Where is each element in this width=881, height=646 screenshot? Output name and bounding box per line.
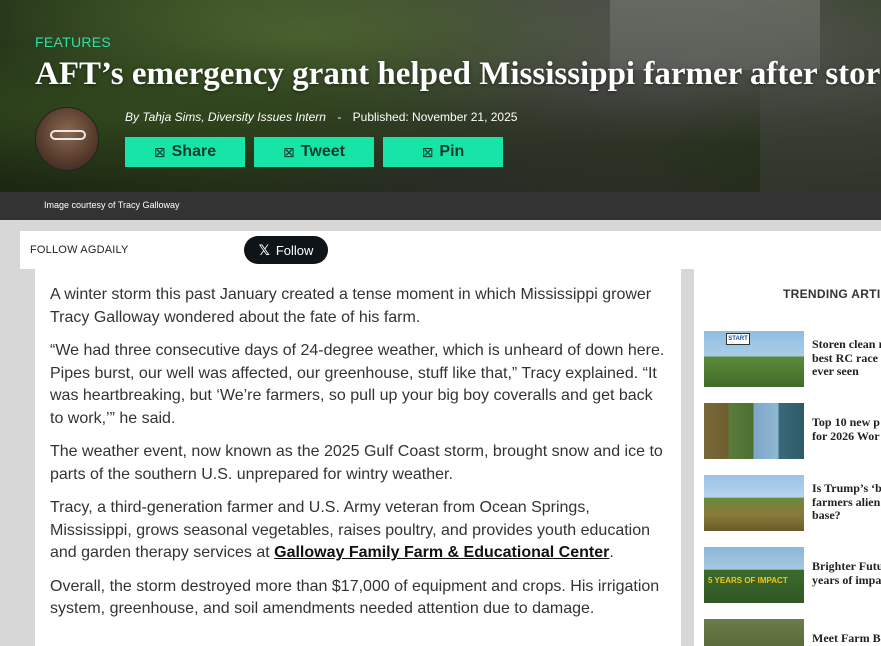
published-date: Published: November 21, 2025 [352,110,518,124]
follow-bar: FOLLOW AGDAILY 𝕏 Follow [20,231,881,269]
trending-title[interactable]: Brighter Futu years of impa [812,559,881,587]
trending-sidebar: TRENDING ARTIC START Storen clean r best… [694,269,881,646]
trending-item[interactable]: START Storen clean r best RC race ever s… [704,331,881,387]
x-follow-label: Follow [275,242,314,258]
pin-button[interactable]: ⊠ Pin [383,137,503,167]
byline-separator: - [337,110,342,124]
trending-thumbnail[interactable] [704,475,804,531]
byline: By Tahja Sims, Diversity Issues Intern -… [125,110,517,124]
pin-icon: ⊠ [421,143,434,160]
author-avatar[interactable] [35,107,99,171]
tweet-button-label: Tweet [300,143,345,160]
article-paragraph: The weather event, now known as the 2025… [50,443,663,483]
trending-item[interactable]: Meet Farm B [704,619,881,646]
farm-link[interactable]: Galloway Family Farm & Educational Cente… [274,544,609,561]
x-logo-icon: 𝕏 [258,241,270,258]
article-body: A winter storm this past January created… [35,269,681,646]
pin-button-label: Pin [439,143,465,160]
author-name[interactable]: By Tahja Sims, Diversity Issues Intern [125,110,326,124]
article-paragraph: “We had three consecutive days of 24-deg… [50,342,665,427]
hero-image: FEATURES AFT’s emergency grant helped Mi… [0,0,881,192]
share-buttons: ⊠ Share ⊠ Tweet ⊠ Pin [125,137,503,167]
trending-item[interactable]: Is Trump’s ‘b farmers alien base? [704,475,881,531]
trending-title[interactable]: Meet Farm B [812,631,881,646]
x-follow-button[interactable]: 𝕏 Follow [244,236,328,264]
tweet-button[interactable]: ⊠ Tweet [254,137,374,167]
impact-badge: 5 YEARS OF IMPACT [708,576,788,585]
article-paragraph: A winter storm this past January created… [50,286,652,326]
article-paragraph: Overall, the storm destroyed more than $… [50,577,660,618]
trending-thumbnail[interactable]: 5 YEARS OF IMPACT [704,547,804,603]
article-paragraph: Tracy, a third-generation farmer and U.S… [50,497,666,565]
trending-title[interactable]: Storen clean r best RC race ever seen [812,337,881,379]
tweet-icon: ⊠ [283,143,295,160]
trending-title[interactable]: Top 10 new p for 2026 Wor [812,415,881,443]
avatar-glasses [50,130,86,140]
trending-heading: TRENDING ARTIC [783,287,881,301]
share-button-label: Share [171,143,217,160]
trending-item[interactable]: Top 10 new p for 2026 Wor [704,403,881,459]
page-title: AFT’s emergency grant helped Mississippi… [35,56,881,92]
share-button[interactable]: ⊠ Share [125,137,245,167]
start-sign: START [726,333,750,345]
follow-label: FOLLOW AGDAILY [30,244,129,256]
category-link[interactable]: FEATURES [35,34,111,50]
trending-item[interactable]: 5 YEARS OF IMPACT Brighter Futu years of… [704,547,881,603]
image-caption-bar: Image courtesy of Tracy Galloway [0,192,881,220]
trending-title[interactable]: Is Trump’s ‘b farmers alien base? [812,481,881,523]
image-caption: Image courtesy of Tracy Galloway [44,200,180,210]
share-icon: ⊠ [153,143,166,160]
trending-thumbnail[interactable]: START [704,331,804,387]
trending-thumbnail[interactable] [704,403,804,459]
trending-thumbnail[interactable] [704,619,804,646]
paragraph-text: . [609,544,614,561]
